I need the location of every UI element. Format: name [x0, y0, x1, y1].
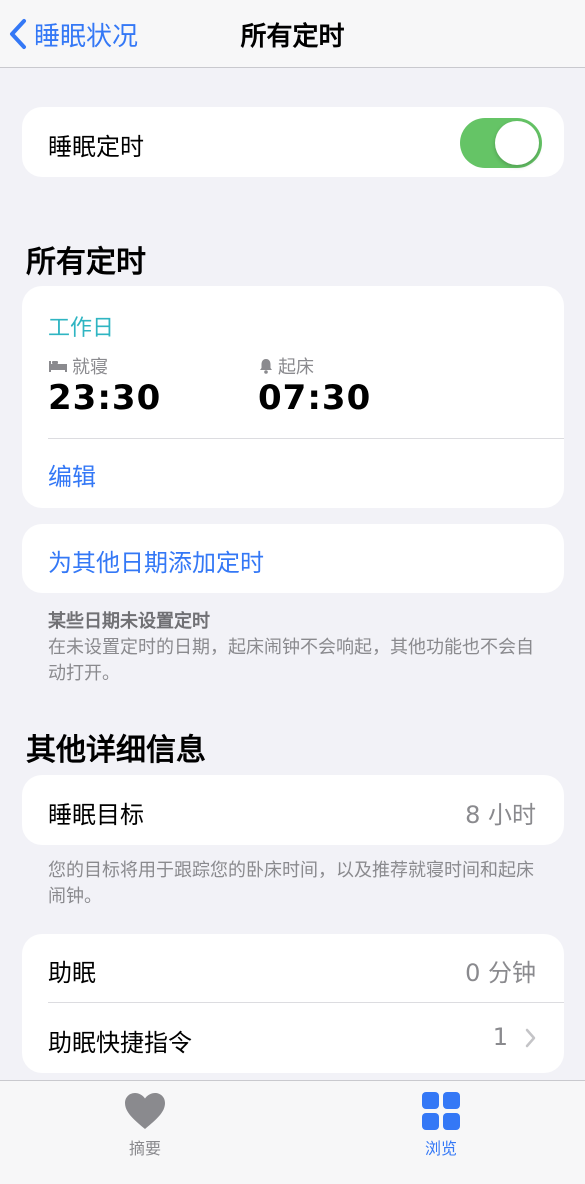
other-details-title: 其他详细信息: [26, 733, 206, 768]
schedule-footnote: 某些日期未设置定时 在未设置定时的日期，起床闹钟不会响起，其他功能也不会自动打开…: [48, 609, 548, 687]
wake-label-group: 起床: [258, 353, 314, 379]
chevron-right-icon: [525, 1028, 536, 1048]
wind-down-shortcuts-row[interactable]: 助眠快捷指令 1: [22, 1003, 564, 1073]
bed-icon: [49, 361, 67, 372]
schedule-days: 工作日: [48, 316, 115, 341]
navigation-bar: 睡眠状况 所有定时: [0, 0, 585, 68]
tab-summary-label: 摘要: [128, 1139, 161, 1158]
sleep-goal-value: 8 小时: [465, 801, 536, 829]
wind-down-value: 0 分钟: [465, 959, 536, 987]
wind-down-shortcuts-label: 助眠快捷指令: [48, 1029, 192, 1057]
wake-label: 起床: [278, 357, 314, 378]
footnote-body: 在未设置定时的日期，起床闹钟不会响起，其他功能也不会自动打开。: [48, 637, 534, 684]
sleep-schedule-label: 睡眠定时: [48, 133, 144, 161]
tab-summary[interactable]: 摘要: [85, 1091, 205, 1159]
tab-browse[interactable]: 浏览: [381, 1091, 501, 1159]
grid-icon: [422, 1092, 460, 1130]
tab-browse-label: 浏览: [424, 1139, 457, 1158]
divider: [48, 438, 564, 439]
tab-bar: 摘要 浏览: [0, 1080, 585, 1184]
footnote-title: 某些日期未设置定时: [48, 611, 210, 632]
wind-down-row[interactable]: 助眠 0 分钟: [22, 934, 564, 1003]
schedule-card: 工作日 就寝 23:30 起床 07:30 编辑: [22, 286, 564, 508]
bedtime-label-group: 就寝: [48, 353, 108, 379]
sleep-schedule-card: 睡眠定时: [22, 107, 564, 177]
wind-down-shortcuts-value: 1: [492, 1023, 508, 1051]
sleep-goal-row[interactable]: 睡眠目标 8 小时: [22, 775, 564, 845]
bell-icon: [260, 359, 272, 374]
add-schedule-card[interactable]: 为其他日期添加定时: [22, 524, 564, 593]
heart-icon: [125, 1093, 165, 1129]
sleep-goal-footnote: 您的目标将用于跟踪您的卧床时间，以及推荐就寝时间和起床闹钟。: [48, 860, 534, 907]
add-schedule-button[interactable]: 为其他日期添加定时: [48, 543, 264, 578]
edit-button[interactable]: 编辑: [48, 457, 96, 492]
sleep-schedule-toggle[interactable]: [460, 118, 542, 168]
wake-time-value: 07:30: [258, 378, 372, 418]
toggle-knob: [495, 121, 539, 165]
page-title: 所有定时: [240, 22, 345, 52]
sleep-goal-label: 睡眠目标: [48, 801, 144, 829]
wind-down-card: 助眠 0 分钟 助眠快捷指令 1: [22, 934, 564, 1073]
bedtime-label: 就寝: [72, 357, 108, 378]
bedtime-value: 23:30: [48, 378, 162, 418]
wind-down-label: 助眠: [48, 959, 96, 987]
all-schedules-title: 所有定时: [26, 245, 146, 280]
